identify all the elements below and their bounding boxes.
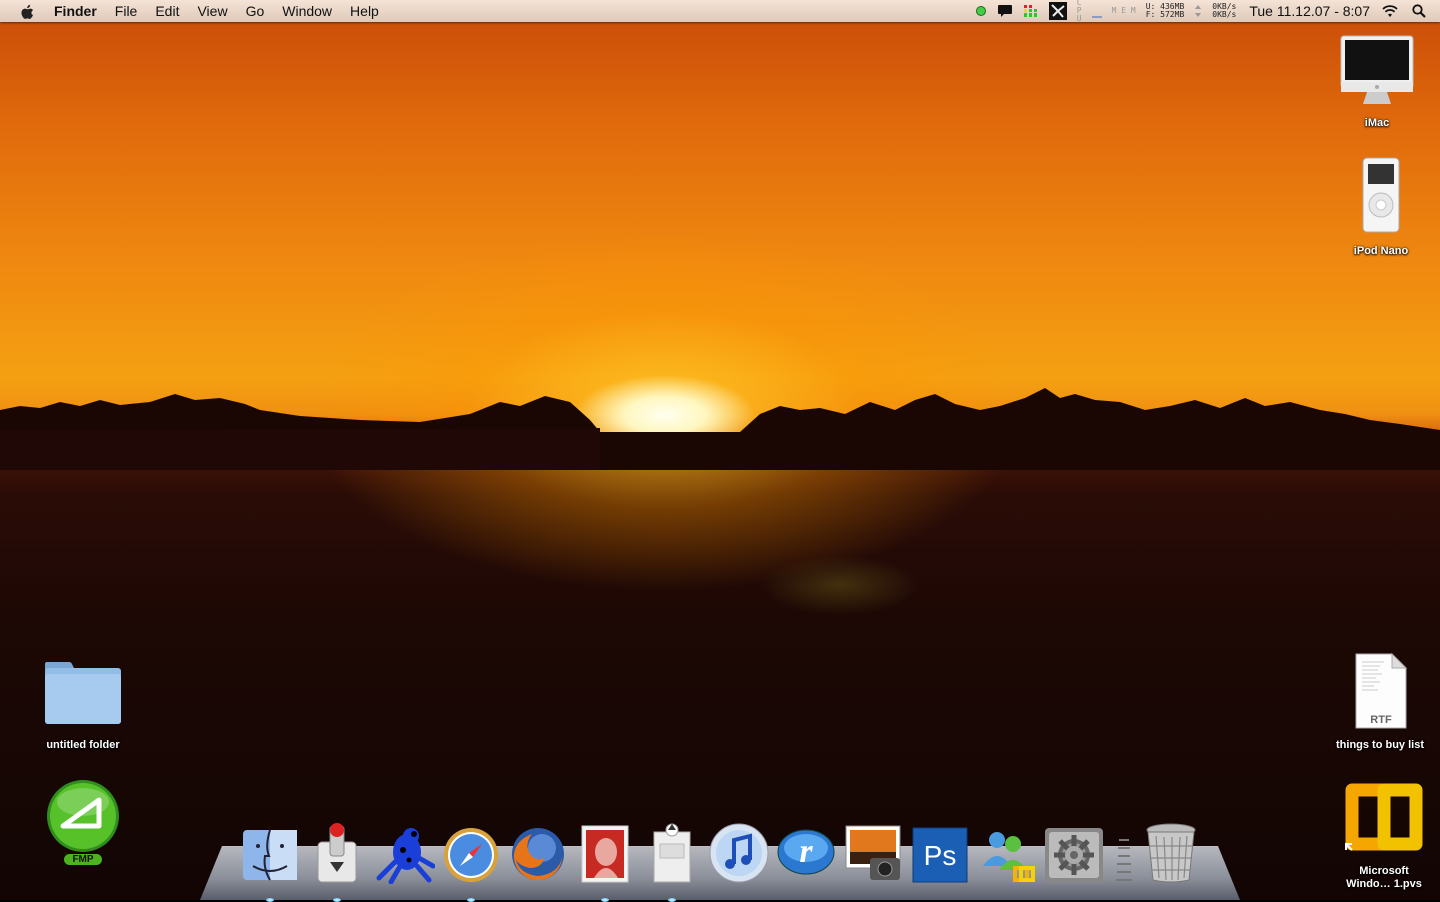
photoshop-icon: Ps: [912, 827, 968, 883]
ipod-label: iPod Nano: [1353, 245, 1409, 257]
parallels-icon: [1345, 783, 1423, 851]
spotlight-icon[interactable]: [1412, 4, 1426, 18]
menu-edit[interactable]: Edit: [146, 0, 188, 22]
dock-finder[interactable]: [238, 820, 302, 902]
network-arrows-icon: [1194, 4, 1202, 18]
dock-mail[interactable]: [573, 820, 637, 902]
menu-window[interactable]: Window: [273, 0, 341, 22]
menu-bar: Finder File Edit View Go Window Help CPU…: [0, 0, 1440, 23]
pvs-label-line2: Windo… 1.pvs: [1346, 878, 1422, 890]
running-indicator: [266, 898, 274, 902]
meter-icon[interactable]: [1023, 3, 1039, 19]
rtf-document-icon: RTF: [1355, 652, 1408, 729]
folder-label: untitled folder: [46, 739, 120, 751]
fmp-label: FMP: [42, 853, 124, 866]
svg-text:Ps: Ps: [924, 840, 957, 871]
realplayer-icon: r: [777, 829, 835, 875]
cpu-icon[interactable]: CPU: [1077, 0, 1082, 23]
memory-icon[interactable]: M E M: [1112, 7, 1136, 15]
svg-text:r: r: [799, 833, 813, 870]
gear-icon: [1045, 828, 1103, 882]
menu-go[interactable]: Go: [237, 0, 274, 22]
frog-icon: [376, 828, 435, 884]
dock-imac-app[interactable]: [640, 820, 704, 902]
rtf-badge: RTF: [1370, 714, 1392, 726]
desktop-icon-imac[interactable]: iMac: [1335, 34, 1419, 130]
safari-icon: [444, 828, 498, 882]
dock-iphoto[interactable]: [841, 820, 905, 884]
menu-view[interactable]: View: [188, 0, 236, 22]
status-menus: CPU M E M U: 436MB F: 572MB 0KB/s 0KB/s …: [970, 0, 1440, 23]
dock-safari[interactable]: [439, 820, 503, 902]
dock-separator: [1115, 828, 1133, 884]
memory-readout: U: 436MB F: 572MB: [1145, 2, 1185, 19]
treeline-silhouette: [0, 388, 1440, 470]
fmp-app-icon: [47, 780, 119, 852]
running-indicator: [333, 898, 341, 902]
status-green-icon[interactable]: [975, 5, 987, 17]
desktop-icon-fmp[interactable]: FMP: [42, 778, 124, 866]
dock-transmit[interactable]: [305, 820, 369, 902]
ipod-icon: [1362, 157, 1400, 233]
activity-icon[interactable]: [1048, 2, 1067, 20]
menu-app-name[interactable]: Finder: [54, 0, 106, 22]
stamp-icon: [581, 825, 629, 883]
transmit-icon: [317, 823, 357, 883]
finder-icon: [243, 829, 297, 881]
dock-trash[interactable]: [1139, 820, 1203, 884]
cpu-graph: [1091, 4, 1102, 18]
imac-icon: [1340, 35, 1414, 104]
desktop-icon-rtf[interactable]: RTF things to buy list: [1328, 652, 1432, 752]
desktop-icon-folder[interactable]: untitled folder: [38, 660, 128, 752]
itunes-icon: [709, 823, 769, 883]
imac-dock-icon: [653, 823, 691, 883]
sun-reflection: [760, 555, 920, 615]
firefox-icon: [512, 828, 564, 881]
dock-itunes[interactable]: [707, 820, 771, 884]
running-indicator: [601, 898, 609, 902]
menu-help[interactable]: Help: [341, 0, 388, 22]
apple-icon[interactable]: [18, 2, 36, 20]
messenger-icon: [983, 832, 1035, 882]
trash-icon: [1146, 823, 1196, 883]
running-indicator: [668, 898, 676, 902]
chat-icon[interactable]: [997, 4, 1013, 18]
pvs-label-line1: Microsoft: [1359, 865, 1409, 877]
dock-messenger[interactable]: [975, 820, 1039, 884]
dock: r Ps: [238, 812, 1206, 902]
desktop-icon-pvs[interactable]: Microsoft Windo… 1.pvs: [1336, 778, 1432, 891]
dock-photoshop[interactable]: Ps: [908, 820, 972, 884]
menu-clock[interactable]: Tue 11.12.07 - 8:07: [1249, 3, 1370, 19]
folder-icon: [45, 662, 121, 724]
iphoto-icon: [845, 825, 901, 880]
dock-realplayer[interactable]: r: [774, 820, 838, 884]
dock-firefox[interactable]: [506, 820, 570, 884]
menu-file[interactable]: File: [106, 0, 147, 22]
rtf-label: things to buy list: [1336, 739, 1424, 751]
network-icon[interactable]: 0KB/s 0KB/s: [1212, 3, 1236, 19]
imac-label: iMac: [1364, 117, 1390, 129]
wifi-icon[interactable]: [1381, 4, 1399, 18]
dock-system-preferences[interactable]: [1042, 820, 1106, 884]
running-indicator: [467, 898, 475, 902]
desktop-icon-ipod[interactable]: iPod Nano: [1340, 156, 1422, 258]
dock-cyberduck[interactable]: [372, 820, 436, 884]
